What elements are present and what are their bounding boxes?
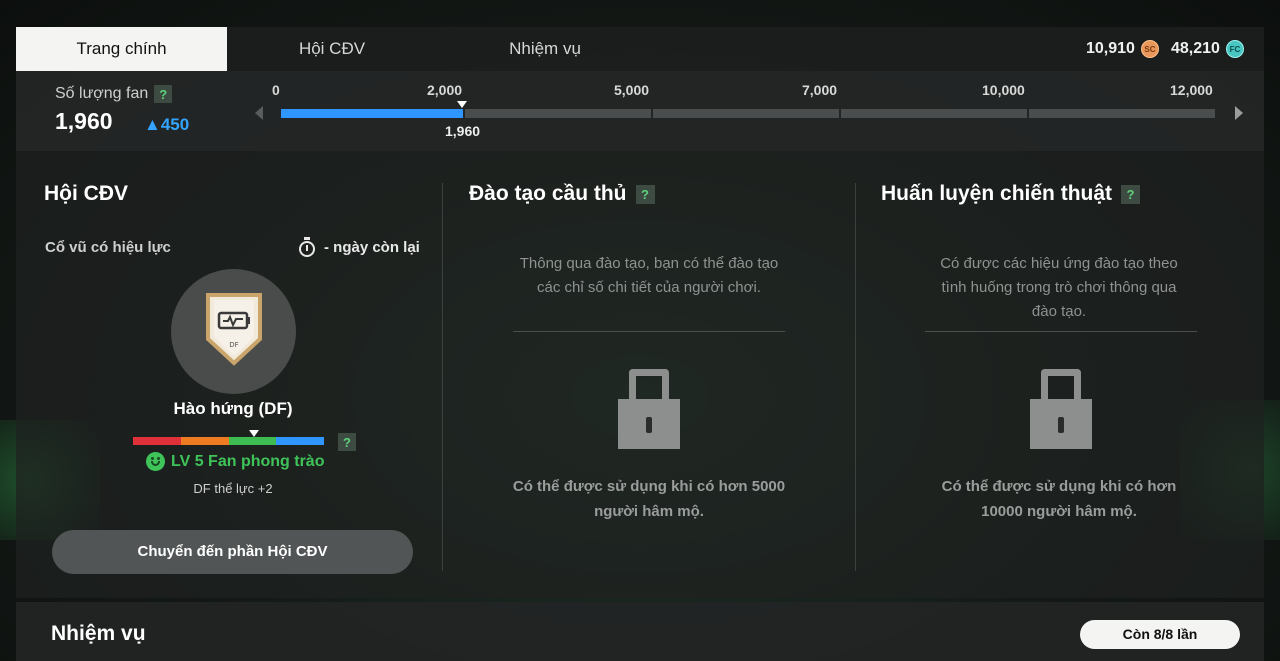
tactics-condition-line: 10000 người hâm mộ. [981,503,1137,520]
tactics-condition-line: Có thể được sử dụng khi có hơn [941,478,1177,495]
fan-count-value: 1,960 [55,108,113,134]
battery-shield-icon: DF [206,293,262,366]
tab-home[interactable]: Trang chính [16,27,227,71]
column-divider [442,183,443,571]
fan-level-text: LV 5 Fan phong trào [171,452,325,470]
progress-tick: 10,000 [982,82,1025,98]
tactics-unlock-condition: Có thể được sử dụng khi có hơn 10000 ngư… [896,474,1222,524]
fan-buff-text: DF thể lực +2 [193,481,273,496]
training-help-icon[interactable]: ? [635,184,655,204]
fc-balance: 48,210 FC [1171,27,1244,71]
fan-count-bar: Số lượng fan ? 1,960 ▲450 0 2,000 5,000 … [16,71,1264,151]
fc-value: 48,210 [1171,40,1220,57]
progress-segment [1029,109,1215,118]
progress-current-value: 1,960 [445,123,481,139]
training-description-line: các chỉ số chi tiết của người chơi. [537,279,761,296]
training-lock-icon [618,369,680,451]
cheer-player-name: Hào hứng (DF) [173,399,293,418]
tactics-lock-icon [1030,369,1092,451]
tactics-description-line: đào tạo. [1031,303,1087,320]
tactical-training-title: Huấn luyện chiến thuật ? [881,182,1141,206]
top-tab-bar: Trang chính Hội CĐV Nhiệm vụ 10,910 SC 4… [16,27,1264,71]
progress-segment [653,109,839,118]
training-description-line: Thông qua đào tạo, bạn có thể đào tạo [519,255,779,272]
sc-balance: 10,910 SC [1086,27,1159,71]
training-divider [513,331,785,332]
tactics-divider [925,331,1197,332]
sc-coin-icon: SC [1140,40,1159,58]
training-condition-line: Có thể được sử dụng khi có hơn 5000 [512,478,786,495]
tactics-help-icon[interactable]: ? [1121,184,1141,204]
cheer-active-label: Cổ vũ có hiệu lực [45,239,171,256]
go-to-fan-club-button[interactable]: Chuyển đến phần Hội CĐV [52,530,413,574]
player-training-title-text: Đào tạo cầu thủ [469,182,627,205]
smile-icon [146,452,165,471]
progress-fill [281,109,463,118]
cheer-badge: DF [171,269,296,394]
fc-coin-icon: FC [1225,40,1244,58]
tab-fan-club[interactable]: Hội CĐV [272,27,392,71]
mood-bar-red [133,437,181,445]
progress-current-marker [457,101,467,108]
missions-remaining-badge[interactable]: Còn 8/8 lần [1080,620,1240,649]
progress-tick: 0 [272,82,280,98]
missions-title: Nhiệm vụ [51,622,146,645]
tactics-description-line: Có được các hiệu ứng đào tạo theo [940,255,1178,272]
training-unlock-condition: Có thể được sử dụng khi có hơn 5000 ngườ… [486,474,812,524]
tactics-description: Có được các hiệu ứng đào tạo theo tình h… [896,252,1222,324]
fan-count-label-text: Số lượng fan [55,85,149,102]
mood-bar-orange [181,437,229,445]
mood-bar-blue [276,437,324,445]
tab-missions[interactable]: Nhiệm vụ [486,27,604,71]
mood-marker [249,430,259,437]
mood-help-icon[interactable]: ? [338,433,356,451]
fan-club-title: Hội CĐV [44,182,128,206]
fan-club-title-text: Hội CĐV [44,182,128,205]
training-description: Thông qua đào tạo, bạn có thể đào tạo cá… [486,252,812,300]
tactical-training-title-text: Huấn luyện chiến thuật [881,182,1113,205]
player-training-title: Đào tạo cầu thủ ? [469,182,655,206]
progress-tick: 2,000 [427,82,463,98]
fan-level: LV 5 Fan phong trào [146,452,324,471]
progress-tick: 7,000 [802,82,838,98]
progress-segment [465,109,651,118]
column-divider [855,183,856,571]
sc-value: 10,910 [1086,40,1135,57]
tactics-description-line: tình huống trong trò chơi thông qua [941,279,1177,296]
fan-count-delta: ▲450 [144,115,190,134]
main-panel: Hội CĐV Cổ vũ có hiệu lực - ngày còn lại… [16,151,1264,598]
days-remaining-text: - ngày còn lại [324,238,420,256]
mood-bar-green [229,437,276,445]
stopwatch-icon [298,237,316,257]
days-remaining: - ngày còn lại [298,237,420,257]
fan-count-label: Số lượng fan ? [55,85,173,103]
progress-prev-arrow-icon[interactable] [255,106,263,120]
progress-segment [841,109,1027,118]
progress-next-arrow-icon[interactable] [1235,106,1243,120]
fan-help-icon[interactable]: ? [154,85,173,103]
progress-tick: 5,000 [614,82,650,98]
progress-tick: 12,000 [1170,82,1213,98]
badge-position-text: DF [229,341,238,349]
missions-bar: Nhiệm vụ Còn 8/8 lần [16,602,1264,661]
training-condition-line: người hâm mộ. [594,503,704,520]
